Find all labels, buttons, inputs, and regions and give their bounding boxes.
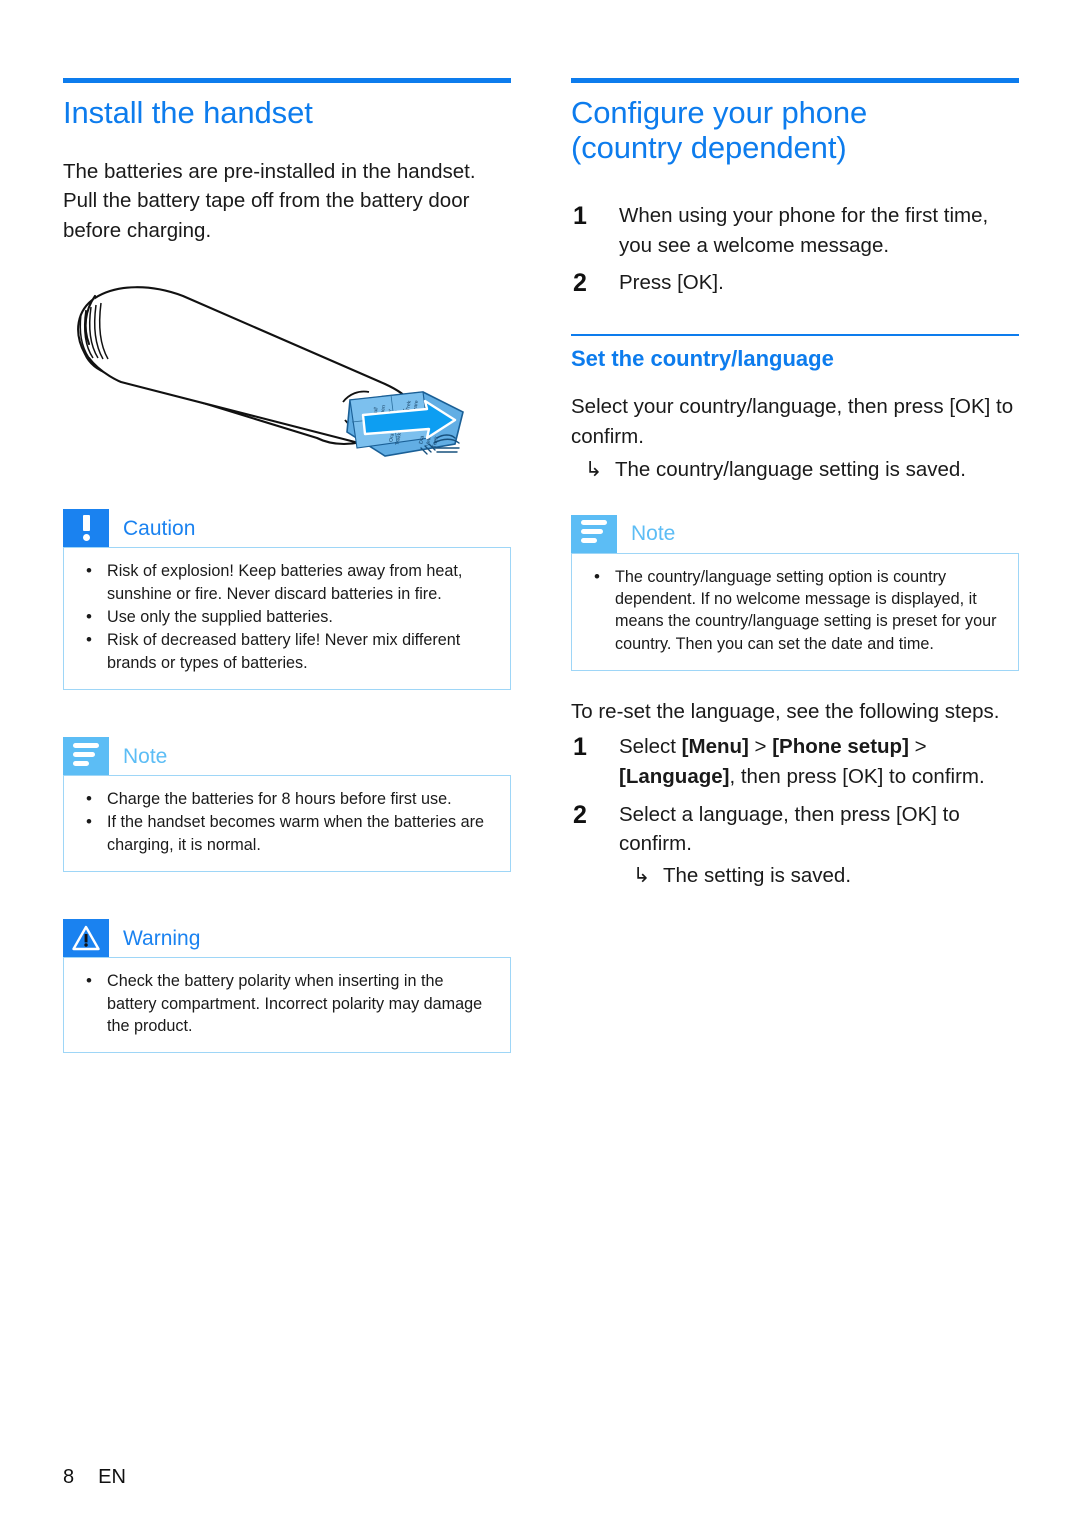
step-text-part: > [748,735,773,759]
list-item: Check the battery polarity when insertin… [80,969,494,1037]
callout-note-right-header: Note [571,514,1019,553]
step-item: 1 When using your phone for the first ti… [571,201,1019,260]
result-line: ↳ The setting is saved. [619,861,1019,890]
step-text-part: Select a language, then press [619,802,896,826]
step-text-part: , then press [729,764,843,788]
list-item: Risk of decreased battery life! Never mi… [80,628,494,674]
step-number: 1 [573,202,587,231]
configure-steps: 1 When using your phone for the first ti… [571,201,1019,298]
left-column: Install the handset The batteries are pr… [63,78,511,1054]
step-text: Press [OK]. [619,271,724,295]
callout-warning-label: Warning [123,926,201,950]
result-arrow-icon: ↳ [633,863,651,887]
callout-note-right-body: The country/language setting option is c… [571,552,1019,671]
country-language-intro: Select your country/language, then press… [571,395,1014,448]
callout-note-right-label: Note [631,522,676,546]
note-lines-icon [63,737,109,776]
result-line: ↳ The country/language setting is saved. [571,455,1019,484]
list-item: Use only the supplied batteries. [80,605,494,629]
callout-warning-header: Warning [63,919,511,958]
callout-warning: Warning Check the battery polarity when … [63,919,511,1054]
page-title-line2: (country dependent) [571,129,847,165]
menu-keyword: [Menu] [681,735,749,759]
language-keyword: [Language] [619,764,730,788]
step-number: 2 [573,269,587,298]
page-title-configure-phone: Configure your phone (country dependent) [571,95,1019,165]
result-text: The setting is saved. [663,863,852,887]
note-lines-icon [571,514,617,553]
document-page: Install the handset The batteries are pr… [0,0,1080,1527]
subheading-rule [571,333,1019,336]
page-title-install-handset: Install the handset [63,95,313,130]
right-column: Configure your phone (country dependent) … [571,78,1019,890]
step-text-part: to confirm. [883,764,985,788]
language-code: EN [98,1466,126,1488]
list-item: If the handset becomes warm when the bat… [80,810,494,856]
exclamation-icon [63,509,109,548]
list-item: Charge the batteries for 8 hours before … [80,787,494,811]
heading-rule-right [571,78,1019,83]
warning-triangle-icon [63,919,109,958]
reset-language-steps: 1 Select [Menu] > [Phone setup] > [Langu… [571,732,1019,889]
step-item: 2 Press [OK]. [571,268,1019,298]
step-number: 2 [573,800,587,829]
result-text: The country/language setting is saved. [615,458,966,482]
callout-note-left-label: Note [123,744,168,768]
page-number: 8 [63,1466,75,1488]
reset-language-intro: To re-set the language, see the followin… [571,699,1000,723]
result-arrow-icon: ↳ [585,458,603,482]
callout-caution-body: Risk of explosion! Keep batteries away f… [63,547,511,691]
ok-keyword: [OK] [842,764,884,788]
callout-caution-label: Caution [123,516,196,540]
callout-note-right: Note The country/language setting option… [571,514,1019,671]
step-text: Select [Menu] > [Phone setup] > [Languag… [619,735,985,788]
phone-setup-keyword: [Phone setup] [772,735,909,759]
step-item: 2 Select a language, then press [OK] to … [571,800,1019,890]
page-footer: 8 EN [63,1466,126,1489]
callout-note-left-body: Charge the batteries for 8 hours before … [63,775,511,873]
heading-rule-left [63,78,511,83]
ok-keyword: [OK] [895,802,937,826]
step-text: Select a language, then press [OK] to co… [619,803,960,856]
list-item: The country/language setting option is c… [588,565,1002,655]
subheading-set-country-language: Set the country/language [571,345,834,371]
handset-battery-tape-illustration: PullZiehen TirerTirar RetirarPuxar TrekT… [55,262,515,512]
callout-note-left: Note Charge the batteries for 8 hours be… [63,737,511,873]
intro-paragraph-left: The batteries are pre-installed in the h… [63,159,476,242]
step-text-part: Select [619,735,682,759]
callout-caution: Caution Risk of explosion! Keep batterie… [63,509,511,691]
step-text-part: > [908,735,927,759]
step-item: 1 Select [Menu] > [Phone setup] > [Langu… [571,732,1019,791]
page-title-line1: Configure your phone [571,95,868,130]
callout-warning-body: Check the battery polarity when insertin… [63,957,511,1054]
callout-caution-header: Caution [63,509,511,548]
callout-note-left-header: Note [63,737,511,776]
step-number: 1 [573,733,587,762]
list-item: Risk of explosion! Keep batteries away f… [80,559,494,605]
step-text: When using your phone for the first time… [619,204,989,257]
